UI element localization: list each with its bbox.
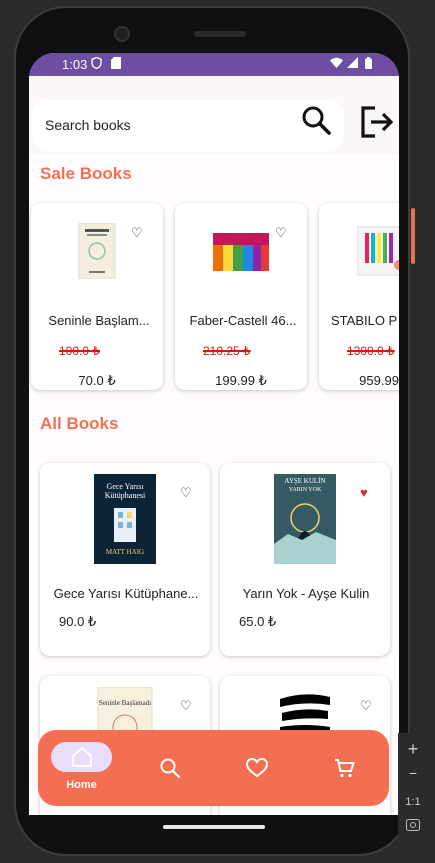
sale-book-price: 959.99 ₺ [359,373,399,388]
sale-book-old-price: 1300.0 ₺ [347,344,395,358]
cover-title: Seninle Başlamadı [98,699,152,707]
sale-book-title: Seninle Başlam... [48,313,150,328]
product-image [213,223,269,279]
wifi-icon [330,57,343,71]
earpiece-speaker [194,31,246,37]
cover-title: YARIN YOK [288,487,322,493]
app-screen: 1:03 Search books Sale Books ♡ Seninle B… [29,53,399,815]
favorite-outline-icon[interactable]: ♡ [360,698,372,714]
search-icon[interactable] [301,105,333,137]
heart-icon [245,757,269,778]
all-books-title: All Books [40,414,119,433]
sale-book-old-price: 100.0 ₺ [59,344,100,358]
sale-book-title: Faber-Castell 46... [189,313,297,328]
search-field[interactable]: Search books [32,100,344,152]
nav-search[interactable] [140,742,200,796]
emulator-zoom-tools: + − 1:1 [398,733,428,843]
search-icon [160,758,181,779]
nav-cart[interactable] [315,742,375,796]
status-bar: 1:03 [29,53,399,76]
logout-icon[interactable] [360,105,394,139]
gesture-home-bar[interactable] [163,825,265,829]
sale-book-card[interactable]: ♡ STABILO P 1300.0 ₺ 959.99 ₺ [319,203,399,390]
favorite-outline-icon[interactable]: ♡ [180,698,192,714]
sale-books-carousel[interactable]: ♡ Seninle Başlam... 100.0 ₺ 70.0 ₺ ♡ Fab… [29,203,399,393]
zoom-out-button[interactable]: − [398,765,428,781]
zoom-ratio-button[interactable]: 1:1 [398,796,428,808]
sale-books-title: Sale Books [40,164,132,183]
book-cover [69,222,125,280]
sale-book-old-price: 210.25 ₺ [203,344,251,358]
book-title: Yarın Yok - Ayşe Kulin [242,586,370,601]
book-price: 90.0 ₺ [59,614,97,629]
signal-icon [347,57,358,71]
zoom-in-button[interactable]: + [398,739,428,760]
sd-card-icon [111,57,121,72]
cover-author: MATT HAIG [105,548,145,556]
book-cover: Gece Yarısı Kütüphanesi MATT HAIG [94,474,156,564]
phone-side-button[interactable] [411,208,415,264]
screenshot-icon[interactable] [398,819,428,834]
sale-book-card[interactable]: ♡ Faber-Castell 46... 210.25 ₺ 199.99 ₺ [175,203,307,390]
sale-book-title: STABILO P [331,313,398,328]
shield-icon [91,56,102,72]
sale-book-price: 199.99 ₺ [215,373,267,388]
book-card[interactable]: AYŞE KULİN YARIN YOK ♥ Yarın Yok - Ayşe … [220,463,390,656]
product-image [356,223,399,279]
front-camera [114,26,130,42]
cover-title: Gece Yarısı Kütüphanesi [104,482,146,500]
sale-book-price: 70.0 ₺ [78,373,116,388]
home-icon [72,746,92,767]
favorite-filled-icon[interactable]: ♥ [360,485,368,500]
status-time: 1:03 [62,57,88,72]
favorite-outline-icon[interactable]: ♡ [180,485,192,501]
bottom-navigation: Home [38,730,389,806]
emulator-frame: 1:03 Search books Sale Books ♡ Seninle B… [0,0,435,863]
cart-icon [335,759,355,778]
cover-author: AYŞE KULİN [284,477,326,485]
favorite-outline-icon[interactable]: ♡ [275,225,287,241]
battery-icon [365,57,372,72]
nav-favorites[interactable] [227,742,287,796]
sale-book-card[interactable]: ♡ Seninle Başlam... 100.0 ₺ 70.0 ₺ [31,203,163,390]
search-input[interactable]: Search books [45,117,131,133]
book-price: 65.0 ₺ [239,614,277,629]
book-card[interactable]: Gece Yarısı Kütüphanesi MATT HAIG ♡ Gece… [40,463,210,656]
favorite-outline-icon[interactable]: ♡ [131,225,143,241]
book-title: Gece Yarısı Kütüphane... [53,586,199,601]
nav-home-label[interactable]: Home [38,779,125,791]
book-cover: AYŞE KULİN YARIN YOK [274,474,336,564]
